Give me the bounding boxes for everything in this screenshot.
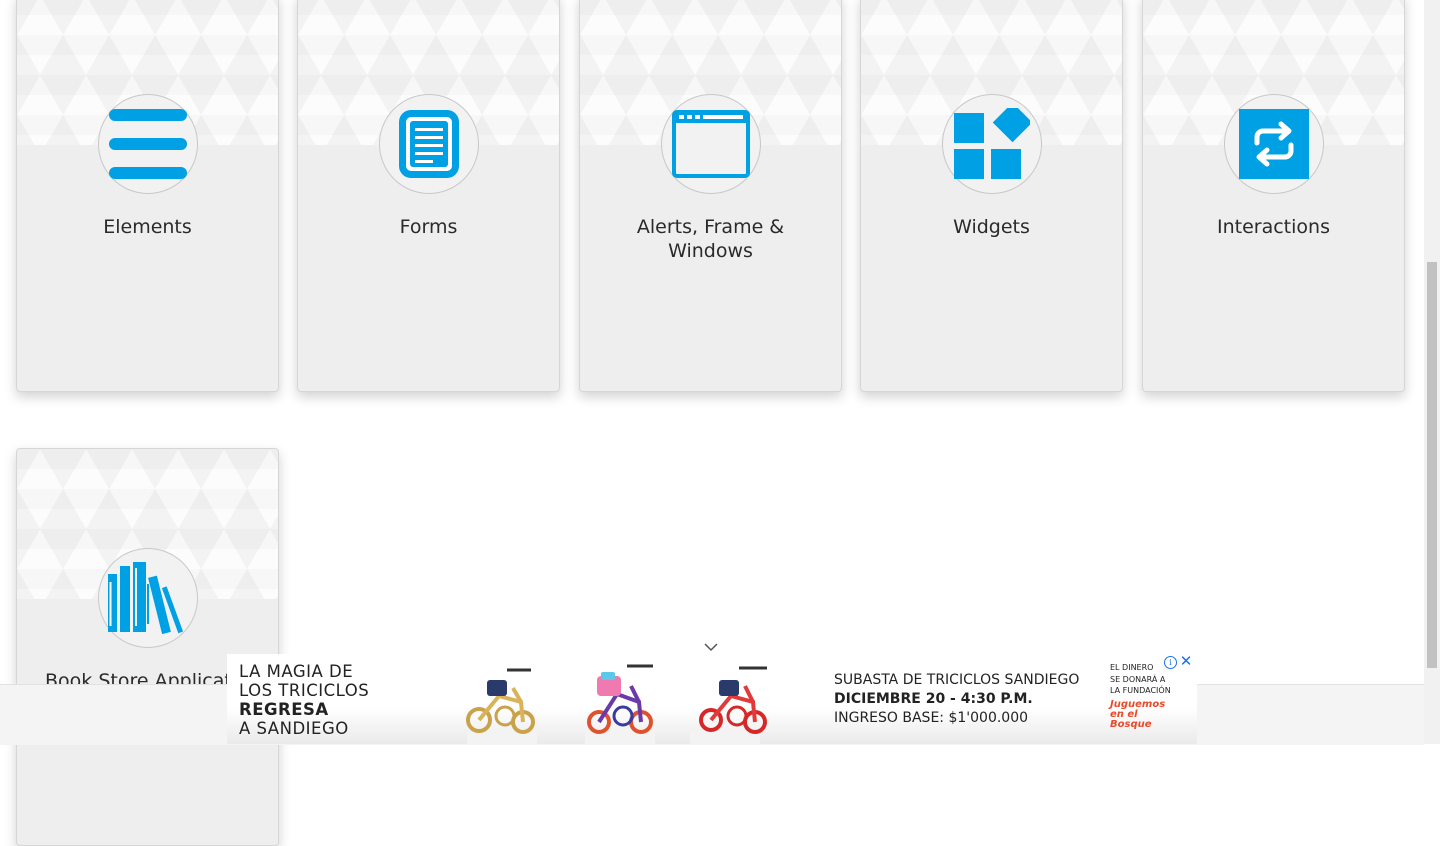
card-avatar xyxy=(660,94,761,194)
ad-donation-note: EL DINERO SE DONARÁ A LA FUNDACIÓN Jugue… xyxy=(1110,662,1190,730)
card-title: Alerts, Frame & Windows xyxy=(636,216,785,262)
ad-headline: LA MAGIA DE LOS TRICICLOS REGRESA A SAND… xyxy=(239,662,429,738)
ad-headline-line: LOS TRICICLOS xyxy=(239,681,370,700)
category-cards: Elements Forms Alerts, Frame & Windows W… xyxy=(0,0,1424,846)
card-forms[interactable]: Forms xyxy=(297,0,560,392)
card-avatar xyxy=(97,548,198,648)
card-alerts-frame-windows[interactable]: Alerts, Frame & Windows xyxy=(579,0,842,392)
card-title: Elements xyxy=(103,216,192,238)
browser-window-icon xyxy=(671,110,750,178)
ad-banner[interactable]: LA MAGIA DE LOS TRICICLOS REGRESA A SAND… xyxy=(227,654,1197,744)
tricycle-red-image xyxy=(699,666,767,734)
ad-headline-line: LA MAGIA DE xyxy=(239,662,354,681)
scrollbar-thumb[interactable] xyxy=(1427,262,1437,668)
card-title: Interactions xyxy=(1217,216,1330,238)
widgets-icon xyxy=(953,108,1030,179)
foundation-logo: Juguemos en el Bosque xyxy=(1110,698,1190,730)
foundation-logo-line: en el xyxy=(1110,708,1138,720)
ad-event-line: INGRESO BASE: $1'000.000 xyxy=(834,710,1029,726)
foundation-logo-line: Bosque xyxy=(1110,718,1152,730)
card-interactions[interactable]: Interactions xyxy=(1142,0,1405,392)
card-elements[interactable]: Elements xyxy=(16,0,279,392)
document-icon xyxy=(398,110,459,178)
card-book-store-application[interactable]: Book Store Applicati xyxy=(16,448,279,846)
card-avatar xyxy=(378,94,479,194)
page-scrollbar[interactable] xyxy=(1424,0,1440,744)
ad-headline-line: REGRESA xyxy=(239,700,329,719)
foundation-logo-line: Juguemos xyxy=(1110,698,1166,710)
card-title: Forms xyxy=(399,216,458,238)
card-avatar xyxy=(97,94,198,194)
ad-info-icon[interactable]: i xyxy=(1164,656,1177,669)
ad-donation-line: SE DONARÁ A xyxy=(1110,674,1166,684)
hamburger-menu-icon xyxy=(108,109,187,179)
card-title: Widgets xyxy=(953,216,1030,238)
tricycle-gold-image xyxy=(466,668,535,734)
tricycle-purple-image xyxy=(587,664,653,734)
ad-event-details: SUBASTA DE TRICICLOS SANDIEGO DICIEMBRE … xyxy=(834,671,1104,728)
ad-event-line: DICIEMBRE 20 - 4:30 P.M. xyxy=(834,691,1033,707)
repeat-arrows-icon xyxy=(1238,109,1309,179)
ad-donation-line: LA FUNDACIÓN xyxy=(1110,686,1171,695)
card-avatar xyxy=(1223,94,1324,194)
chevron-down-icon[interactable] xyxy=(703,641,719,653)
card-avatar xyxy=(941,94,1042,194)
books-icon xyxy=(107,562,183,634)
ad-donation-line: EL DINERO xyxy=(1110,663,1154,672)
ad-close-icon[interactable]: ✕ xyxy=(1179,654,1193,669)
ad-headline-line: A SANDIEGO xyxy=(239,719,349,738)
card-widgets[interactable]: Widgets xyxy=(860,0,1123,392)
ad-event-line: SUBASTA DE TRICICLOS SANDIEGO xyxy=(834,672,1080,688)
